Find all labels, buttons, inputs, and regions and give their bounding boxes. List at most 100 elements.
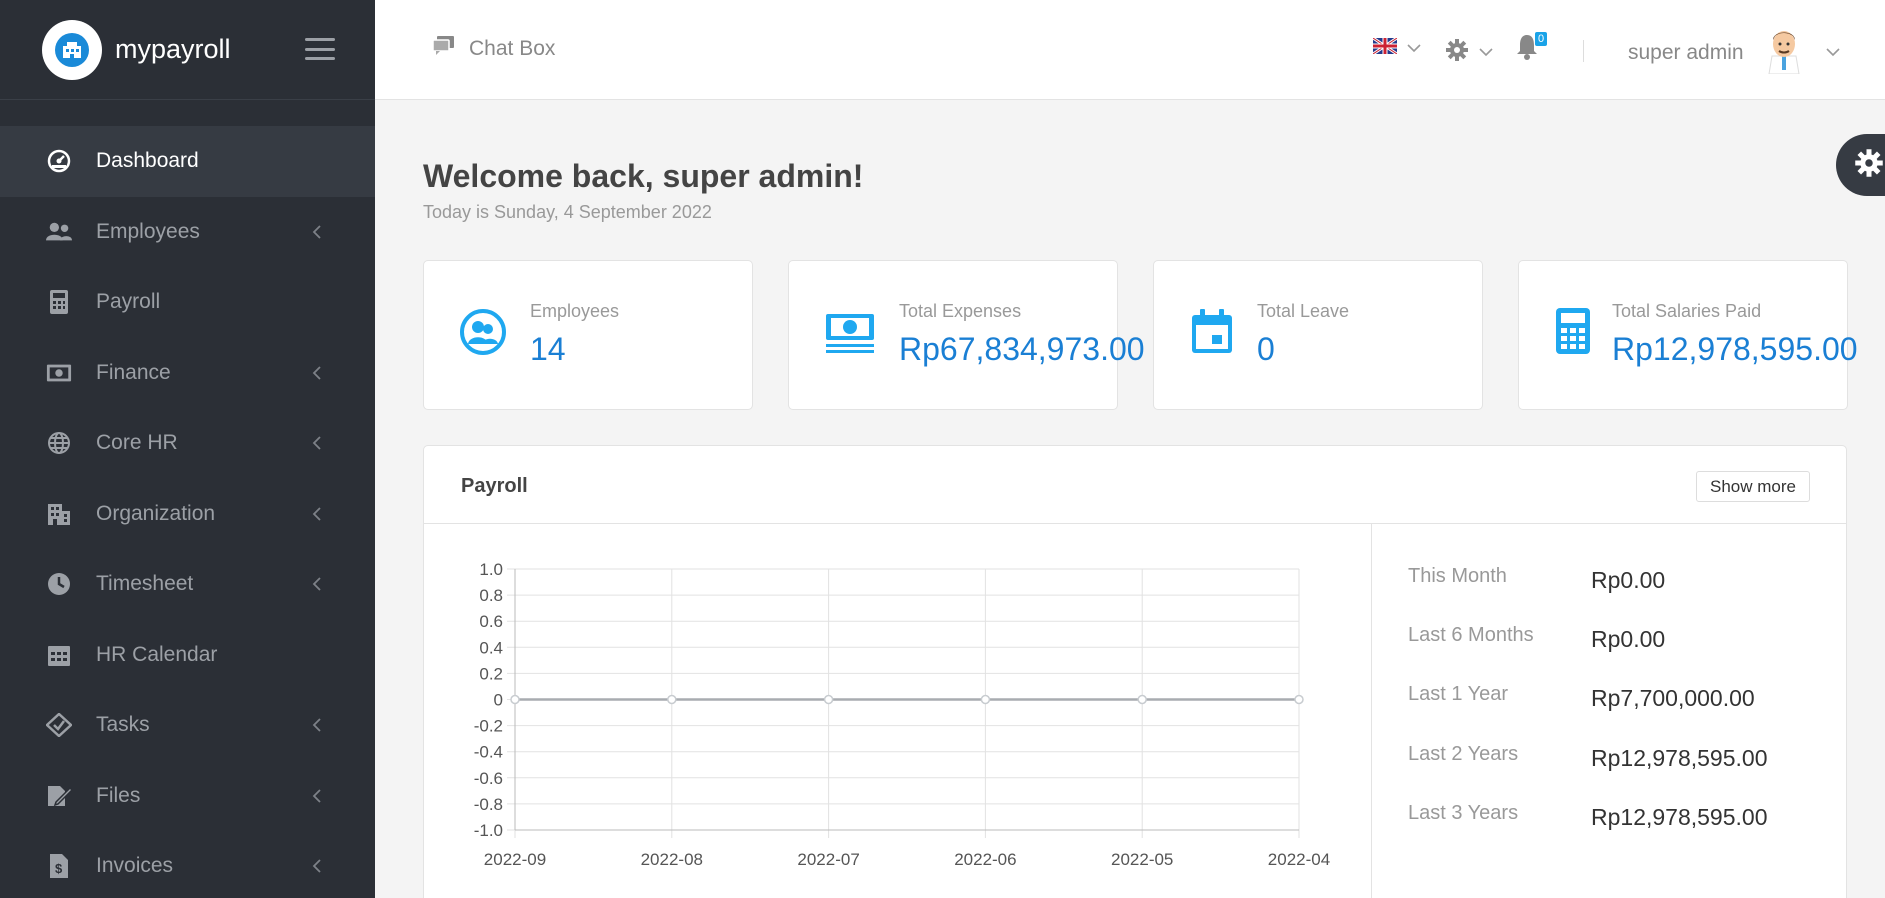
x-tick-label: 2022-07	[797, 850, 859, 869]
app-name[interactable]: mypayroll	[115, 34, 231, 65]
sidebar-item-hr-calendar[interactable]: HR Calendar	[0, 620, 375, 691]
building-icon	[46, 501, 72, 527]
stat-card-total-expenses[interactable]: Total Expenses Rp67,834,973.00	[788, 260, 1145, 410]
money-icon	[46, 360, 72, 386]
summary-label: Last 2 Years	[1408, 743, 1519, 765]
summary-label: Last 1 Year	[1408, 683, 1509, 705]
payroll-chart: 1.0 0.8 0.6 0.4 0.2 0 -0.2 -0.4 -0.6 -0.8 -1.0 2022…	[474, 560, 1330, 869]
summary-row: Last 1 Year Rp7,700,000.00	[1408, 683, 1755, 712]
invoice-icon: $	[46, 853, 72, 879]
menu-toggle-icon[interactable]	[305, 38, 335, 60]
top-header: Chat Box 0 super admin	[375, 0, 1885, 100]
stat-card-total-salaries-paid[interactable]: Total Salaries Paid Rp12,978,595.00	[1518, 260, 1858, 410]
users-icon	[46, 219, 72, 245]
sidebar-item-files[interactable]: Files	[0, 761, 375, 832]
brand-logo[interactable]	[42, 19, 102, 80]
sidebar-item-organization[interactable]: Organization	[0, 479, 375, 550]
sidebar-item-label: Employees	[96, 219, 200, 243]
date-line: Today is Sunday, 4 September 2022	[423, 202, 712, 222]
summary-row: Last 3 Years Rp12,978,595.00	[1408, 802, 1768, 831]
summary-value: Rp0.00	[1591, 567, 1666, 593]
calendar-icon	[46, 642, 72, 668]
sidebar-item-payroll[interactable]: Payroll	[0, 267, 375, 338]
sidebar-item-label: Dashboard	[96, 149, 199, 173]
show-more-button[interactable]: Show more	[1696, 471, 1810, 502]
summary-label: This Month	[1408, 565, 1507, 587]
theme-settings-toggle[interactable]	[1836, 134, 1885, 196]
x-tick-label: 2022-09	[484, 850, 546, 869]
gear-icon	[1854, 148, 1884, 183]
chatbox-link[interactable]: Chat Box	[432, 36, 555, 61]
chevron-left-icon	[312, 576, 326, 592]
sidebar-item-core-hr[interactable]: Core HR	[0, 408, 375, 479]
sidebar-item-employees[interactable]: Employees	[0, 197, 375, 268]
x-tick-label: 2022-06	[954, 850, 1016, 869]
x-tick-label: 2022-08	[641, 850, 703, 869]
sidebar-item-invoices[interactable]: $ Invoices	[0, 831, 375, 898]
stat-value: 14	[530, 331, 566, 367]
stat-card-employees[interactable]: Employees 14	[423, 260, 753, 410]
y-tick-label: -0.6	[474, 769, 503, 788]
notifications-button[interactable]: 0	[1515, 32, 1548, 65]
files-icon	[46, 783, 72, 809]
sidebar-item-label: HR Calendar	[96, 642, 218, 666]
sidebar-item-label: Tasks	[96, 713, 150, 737]
y-tick-label: -0.2	[474, 717, 503, 736]
sidebar-item-timesheet[interactable]: Timesheet	[0, 549, 375, 620]
sidebar-item-label: Payroll	[96, 290, 161, 314]
sidebar-item-label: Finance	[96, 360, 171, 384]
chevron-left-icon	[312, 435, 326, 451]
y-tick-label: 0.4	[479, 638, 503, 657]
tasks-icon	[46, 712, 72, 738]
user-name: super admin	[1628, 40, 1744, 64]
sidebar-nav: Dashboard Employees Payroll Finance Core HR O…	[0, 126, 375, 898]
summary-label: Last 3 Years	[1408, 802, 1519, 824]
building-logo-icon	[55, 32, 89, 67]
user-menu[interactable]: super admin	[1628, 26, 1840, 79]
summary-value: Rp12,978,595.00	[1591, 804, 1768, 830]
uk-flag-icon	[1372, 36, 1398, 59]
stat-value: Rp12,978,595.00	[1612, 331, 1858, 367]
summary-row: Last 2 Years Rp12,978,595.00	[1408, 743, 1768, 772]
calculator-icon	[46, 289, 72, 315]
sidebar-item-label: Organization	[96, 501, 216, 525]
sidebar-item-label: Invoices	[96, 854, 174, 878]
sidebar-item-label: Core HR	[96, 431, 178, 455]
chevron-down-icon	[1479, 44, 1493, 62]
sidebar-item-tasks[interactable]: Tasks	[0, 690, 375, 761]
payroll-panel-header: Payroll Show more	[424, 446, 1846, 524]
calendar-day-icon	[1190, 309, 1234, 360]
stat-value: 0	[1257, 331, 1275, 367]
chevron-left-icon	[312, 224, 326, 240]
chevron-left-icon	[312, 717, 326, 733]
stat-card-total-leave[interactable]: Total Leave 0	[1153, 260, 1483, 410]
page-title: Welcome back, super admin!	[423, 158, 864, 194]
stat-label: Total Expenses	[899, 301, 1022, 321]
sidebar-item-dashboard[interactable]: Dashboard	[0, 126, 375, 197]
gear-icon	[1445, 38, 1469, 67]
stat-label: Total Leave	[1257, 301, 1350, 321]
y-tick-label: -0.8	[474, 795, 503, 814]
summary-label: Last 6 Months	[1408, 624, 1534, 646]
stat-value: Rp67,834,973.00	[899, 331, 1145, 367]
chevron-left-icon	[312, 365, 326, 381]
panel-divider	[1371, 524, 1372, 898]
language-selector[interactable]	[1372, 36, 1421, 59]
data-point	[823, 694, 834, 705]
data-point	[1294, 694, 1304, 705]
clock-icon	[46, 571, 72, 597]
x-tick-label: 2022-05	[1111, 850, 1173, 869]
data-point	[980, 694, 991, 705]
data-point	[667, 694, 677, 705]
sidebar-item-finance[interactable]: Finance	[0, 338, 375, 409]
header-divider	[1583, 40, 1584, 62]
summary-value: Rp7,700,000.00	[1591, 685, 1755, 711]
summary-value: Rp0.00	[1591, 626, 1666, 652]
settings-dropdown[interactable]	[1445, 38, 1493, 67]
chevron-left-icon	[312, 788, 326, 804]
chevron-left-icon	[312, 858, 326, 874]
data-point	[510, 694, 520, 705]
payroll-panel-title: Payroll	[461, 475, 528, 497]
y-tick-label: 0	[494, 691, 503, 710]
notification-count-badge: 0	[1535, 32, 1548, 46]
